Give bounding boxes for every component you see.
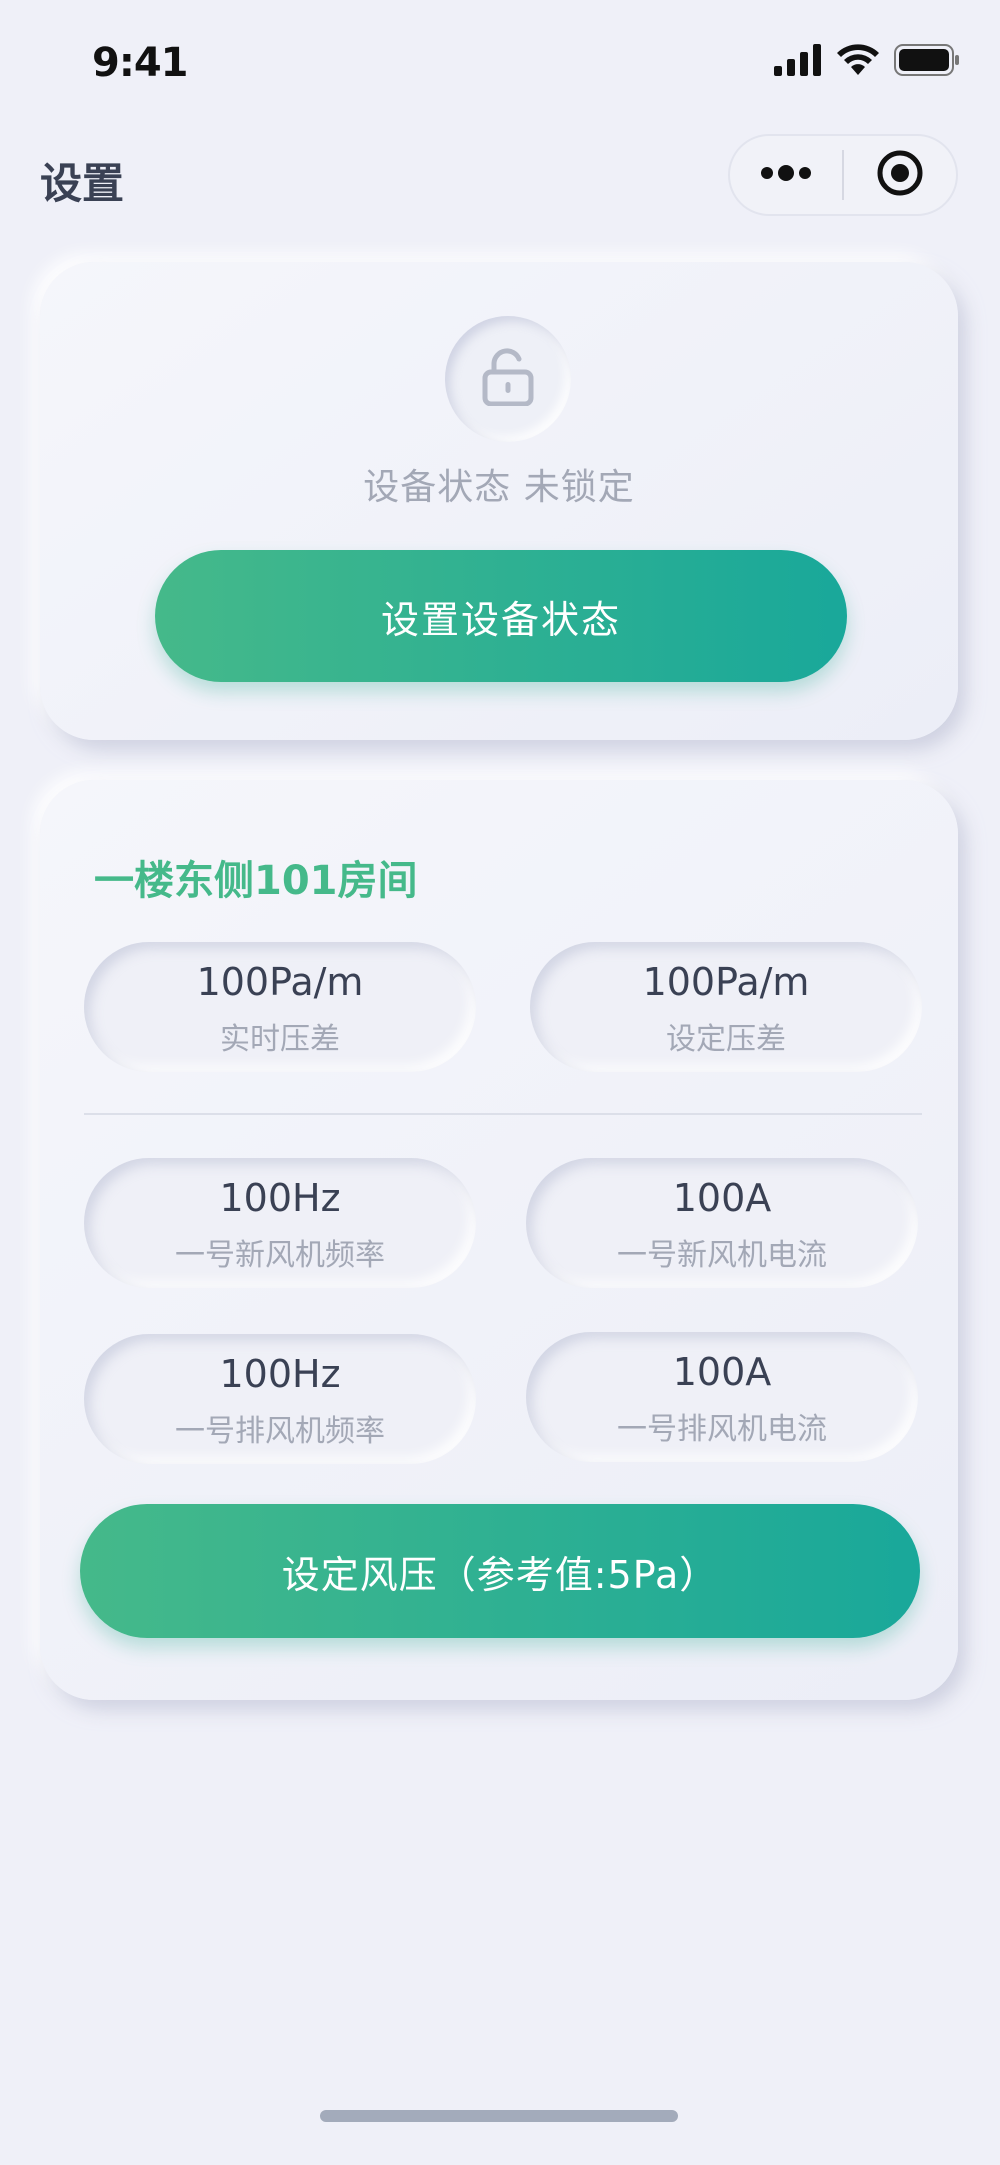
metric-value: 100Hz <box>219 1176 341 1220</box>
miniprogram-capsule <box>728 134 958 216</box>
metric-fresh-fan-current: 100A 一号新风机电流 <box>526 1158 918 1288</box>
metrics-divider <box>84 1113 922 1115</box>
room-title: 一楼东侧101房间 <box>94 858 418 904</box>
metric-exhaust-fan-current: 100A 一号排风机电流 <box>526 1332 918 1462</box>
more-button[interactable] <box>730 136 842 214</box>
metric-exhaust-fan-frequency: 100Hz 一号排风机频率 <box>84 1334 476 1464</box>
metric-fresh-fan-frequency: 100Hz 一号新风机频率 <box>84 1158 476 1288</box>
status-bar: 9:41 <box>0 0 1000 120</box>
room-card: 一楼东侧101房间 100Pa/m 实时压差 100Pa/m 设定压差 100H… <box>40 780 958 1700</box>
cellular-signal-icon <box>774 44 822 80</box>
set-air-pressure-button[interactable]: 设定风压（参考值:5Pa） <box>80 1504 920 1638</box>
metric-value: 100Pa/m <box>196 960 364 1004</box>
page-title: 设置 <box>40 159 125 208</box>
metric-label: 一号新风机频率 <box>175 1238 385 1273</box>
metric-value: 100Hz <box>219 1352 341 1396</box>
metric-label: 一号新风机电流 <box>617 1238 827 1273</box>
metric-value: 100A <box>672 1350 772 1394</box>
lock-indicator <box>445 316 571 442</box>
metric-label: 一号排风机电流 <box>617 1412 827 1447</box>
metric-value: 100A <box>672 1176 772 1220</box>
more-dots-icon <box>759 163 813 187</box>
device-status-text: 设备状态 未锁定 <box>363 467 635 508</box>
status-time: 9:41 <box>92 40 188 86</box>
status-icons <box>774 42 960 82</box>
battery-icon <box>894 44 960 80</box>
device-status-card: 设备状态 未锁定 设置设备状态 <box>40 262 958 740</box>
home-indicator[interactable] <box>320 2110 678 2122</box>
unlock-icon <box>482 348 534 410</box>
wifi-icon <box>836 43 880 81</box>
metric-label: 设定压差 <box>666 1022 786 1057</box>
close-miniprogram-button[interactable] <box>844 136 956 214</box>
metric-label: 实时压差 <box>220 1022 340 1057</box>
metric-realtime-pressure: 100Pa/m 实时压差 <box>84 942 476 1072</box>
metric-label: 一号排风机频率 <box>175 1414 385 1449</box>
metric-value: 100Pa/m <box>642 960 810 1004</box>
record-target-icon <box>876 149 924 201</box>
set-device-status-button[interactable]: 设置设备状态 <box>155 550 847 682</box>
metric-set-pressure: 100Pa/m 设定压差 <box>530 942 922 1072</box>
